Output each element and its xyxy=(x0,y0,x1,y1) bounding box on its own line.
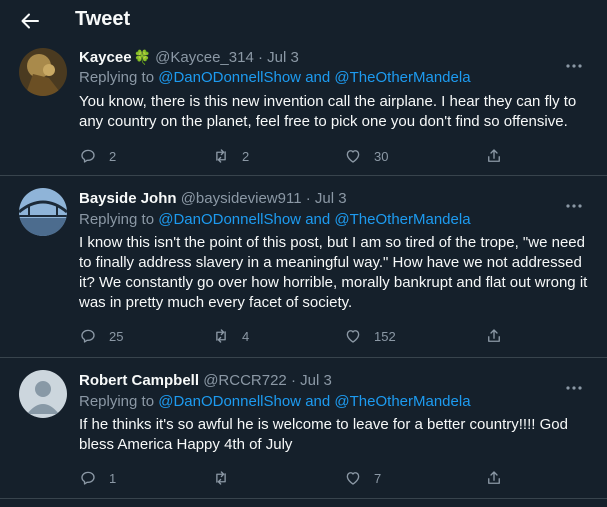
avatar[interactable] xyxy=(19,48,67,96)
retweet-icon xyxy=(212,327,230,345)
reply-icon xyxy=(79,469,97,487)
separator-dot: · xyxy=(290,372,296,389)
heart-icon xyxy=(344,327,362,345)
more-dots-icon[interactable] xyxy=(565,196,583,202)
separator-dot: · xyxy=(257,49,263,66)
retweet-icon xyxy=(212,469,230,487)
more-dots-icon[interactable] xyxy=(565,378,583,384)
heart-icon xyxy=(344,147,362,165)
like-count: 152 xyxy=(374,328,396,344)
clover-emoji: 🍀 xyxy=(133,49,151,65)
user-handle[interactable]: @RCCR722 xyxy=(203,372,287,389)
retweet-count: 2 xyxy=(242,148,250,164)
tweet-text: If he thinks it's so awful he is welcome… xyxy=(79,416,568,453)
mention-link[interactable]: @TheOtherMandela xyxy=(334,211,470,228)
share-button[interactable] xyxy=(485,326,503,346)
tweet-header: Tweet xyxy=(0,0,607,42)
user-handle[interactable]: @Kaycee_314 xyxy=(155,49,254,66)
mention-link[interactable]: @DanODonnellShow xyxy=(158,393,301,410)
replying-and: and xyxy=(305,69,331,86)
like-button[interactable]: 152 xyxy=(344,326,396,346)
retweet-count: 4 xyxy=(242,328,250,344)
reply-count: 1 xyxy=(109,470,117,486)
display-name[interactable]: Robert Campbell xyxy=(79,372,199,389)
reply-icon xyxy=(79,147,97,165)
retweet-button[interactable] xyxy=(212,468,242,488)
share-icon xyxy=(485,147,503,165)
mention-link[interactable]: @TheOtherMandela xyxy=(334,393,470,410)
retweet-icon xyxy=(212,147,230,165)
share-icon xyxy=(485,469,503,487)
mention-link[interactable]: @DanODonnellShow xyxy=(158,69,301,86)
tweet-item[interactable]: Kaycee 🍀 @Kaycee_314 · Jul 3 Replying to … xyxy=(0,42,607,176)
like-count: 30 xyxy=(374,148,389,164)
reply-button[interactable]: 1 xyxy=(79,468,116,488)
display-name[interactable]: Kaycee xyxy=(79,49,132,66)
display-name[interactable]: Bayside John xyxy=(79,190,177,207)
share-button[interactable] xyxy=(485,468,503,488)
tweet-date[interactable]: Jul 3 xyxy=(267,49,299,66)
replying-and: and xyxy=(305,211,331,228)
user-handle[interactable]: @baysideview911 xyxy=(181,190,302,207)
tweet-text: I know this isn't the point of this post… xyxy=(79,234,588,311)
share-icon xyxy=(485,327,503,345)
page-title: Tweet xyxy=(75,8,131,30)
tweet-date[interactable]: Jul 3 xyxy=(315,190,347,207)
reply-icon xyxy=(79,327,97,345)
replying-prefix: Replying to xyxy=(79,69,155,86)
back-arrow-icon[interactable] xyxy=(18,9,42,33)
separator-dot: · xyxy=(305,190,311,207)
reply-button[interactable]: 25 xyxy=(79,326,123,346)
tweet-item[interactable]: Robert Campbell @RCCR722 · Jul 3 Replyin… xyxy=(0,358,607,499)
reply-button[interactable]: 2 xyxy=(79,146,116,166)
mention-link[interactable]: @TheOtherMandela xyxy=(334,69,470,86)
like-count: 7 xyxy=(374,470,382,486)
avatar[interactable] xyxy=(19,188,67,236)
replying-prefix: Replying to xyxy=(79,211,155,228)
reply-count: 2 xyxy=(109,148,117,164)
tweet-date[interactable]: Jul 3 xyxy=(300,372,332,389)
retweet-button[interactable]: 2 xyxy=(212,146,249,166)
replying-and: and xyxy=(305,393,331,410)
retweet-button[interactable]: 4 xyxy=(212,326,249,346)
replying-prefix: Replying to xyxy=(79,393,155,410)
heart-icon xyxy=(344,469,362,487)
tweet-item[interactable]: Bayside John @baysideview911 · Jul 3 Rep… xyxy=(0,176,607,358)
like-button[interactable]: 30 xyxy=(344,146,388,166)
tweet-text: You know, there is this new invention ca… xyxy=(79,93,577,130)
share-button[interactable] xyxy=(485,146,503,166)
avatar[interactable] xyxy=(19,370,67,418)
like-button[interactable]: 7 xyxy=(344,468,381,488)
mention-link[interactable]: @DanODonnellShow xyxy=(158,211,301,228)
more-dots-icon[interactable] xyxy=(565,56,583,62)
reply-count: 25 xyxy=(109,328,124,344)
